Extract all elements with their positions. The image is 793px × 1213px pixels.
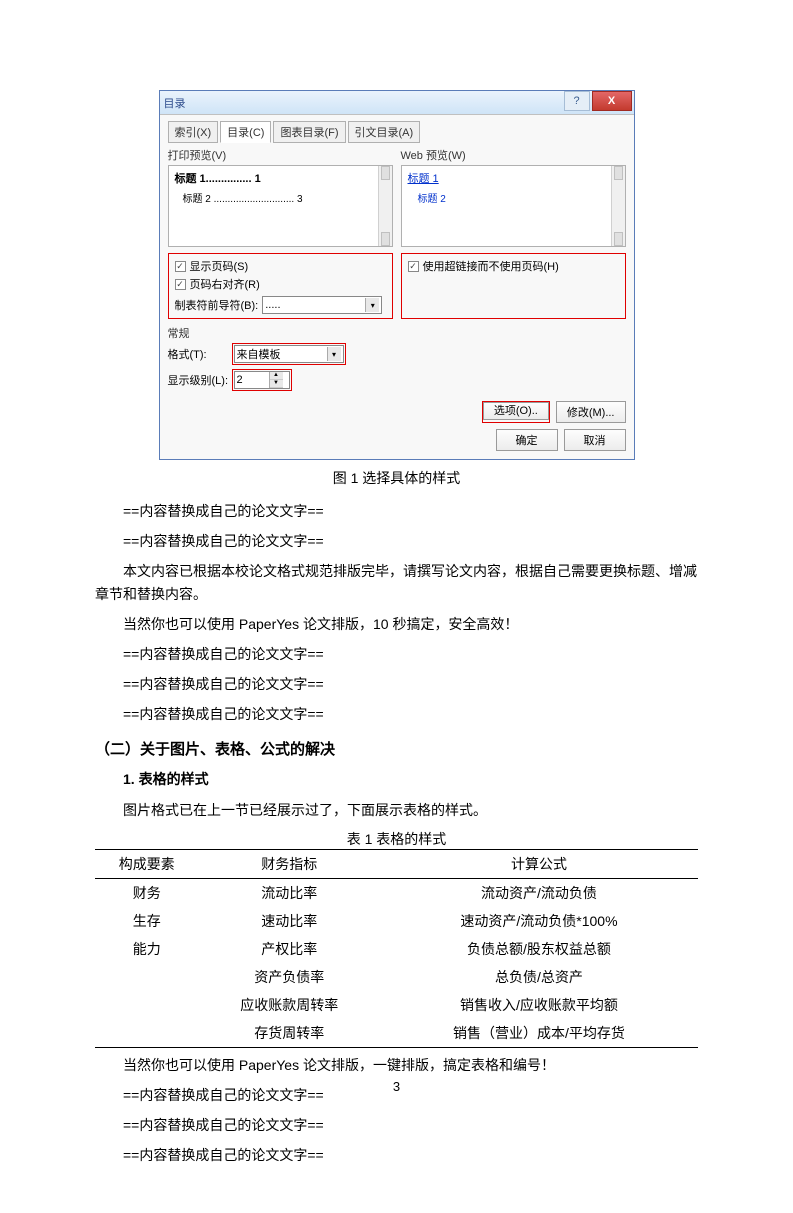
table-cell (95, 1019, 199, 1048)
checkbox-right-align[interactable]: ✓ (175, 279, 186, 290)
tab-toc[interactable]: 目录(C) (220, 121, 271, 143)
format-combo[interactable]: 来自模板▾ (234, 345, 344, 363)
table-cell: 总负债/总资产 (380, 963, 698, 991)
paragraph: ==内容替换成自己的论文文字== (95, 500, 698, 524)
chevron-down-icon: ▾ (327, 347, 341, 361)
paragraph: ==内容替换成自己的论文文字== (95, 643, 698, 667)
paragraph: ==内容替换成自己的论文文字== (95, 703, 698, 727)
dialog-title: 目录 (164, 95, 186, 111)
paragraph: ==内容替换成自己的论文文字== (95, 1144, 698, 1168)
spin-down-icon: ▼ (270, 380, 283, 388)
paragraph: ==内容替换成自己的论文文字== (95, 1114, 698, 1138)
heading-2: （二）关于图片、表格、公式的解决 (95, 738, 698, 759)
table-cell: 速动比率 (199, 907, 380, 935)
print-preview-box: 标题 1............... 1 标题 2 .............… (168, 165, 393, 247)
table-cell: 速动资产/流动负债*100% (380, 907, 698, 935)
table-caption: 表 1 表格的样式 (95, 829, 698, 849)
toc-dialog: 目录 ? X 索引(X) 目录(C) 图表目录(F) 引文目录(A) 打印预览(… (159, 90, 635, 460)
table-cell (95, 991, 199, 1019)
paragraph: 本文内容已根据本校论文格式规范排版完毕，请撰写论文内容，根据自己需要更换标题、增… (95, 560, 698, 608)
help-icon[interactable]: ? (564, 91, 590, 111)
tab-citations[interactable]: 引文目录(A) (348, 121, 421, 143)
table-header: 计算公式 (380, 850, 698, 879)
table-cell (95, 963, 199, 991)
dialog-tabs: 索引(X) 目录(C) 图表目录(F) 引文目录(A) (168, 121, 626, 143)
web-preview-box: 标题 1 标题 2 (401, 165, 626, 247)
paragraph: 图片格式已在上一节已经展示过了，下面展示表格的样式。 (95, 799, 698, 823)
table-cell: 流动资产/流动负债 (380, 879, 698, 908)
table-cell: 负债总额/股东权益总额 (380, 935, 698, 963)
heading-3: 1. 表格的样式 (95, 769, 698, 789)
chevron-down-icon: ▾ (365, 298, 379, 312)
table-cell: 销售收入/应收账款平均额 (380, 991, 698, 1019)
paragraph: 当然你也可以使用 PaperYes 论文排版，一键排版，搞定表格和编号！ (95, 1054, 698, 1078)
options-highlight: 选项(O).. (482, 401, 550, 423)
table-header: 构成要素 (95, 850, 199, 879)
table-cell: 能力 (95, 935, 199, 963)
close-icon[interactable]: X (592, 91, 632, 111)
table-cell: 流动比率 (199, 879, 380, 908)
page-number: 3 (0, 1079, 793, 1094)
table-cell: 财务 (95, 879, 199, 908)
level-input[interactable] (235, 374, 269, 386)
level-spinner[interactable]: ▲▼ (234, 371, 290, 389)
right-options: ✓使用超链接而不使用页码(H) (401, 253, 626, 319)
modify-button[interactable]: 修改(M)... (556, 401, 626, 423)
format-highlight: 来自模板▾ (232, 343, 346, 365)
scrollbar[interactable] (378, 166, 392, 246)
web-preview-label: Web 预览(W) (401, 147, 626, 163)
table-cell: 销售（营业）成本/平均存货 (380, 1019, 698, 1048)
table-cell: 应收账款周转率 (199, 991, 380, 1019)
tab-index[interactable]: 索引(X) (168, 121, 219, 143)
dialog-titlebar: 目录 ? X (160, 91, 634, 115)
data-table: 构成要素 财务指标 计算公式 财务流动比率流动资产/流动负债生存速动比率速动资产… (95, 849, 698, 1048)
leader-combo[interactable]: .....▾ (262, 296, 382, 314)
general-label: 常规 (168, 325, 626, 341)
checkbox-show-page[interactable]: ✓ (175, 261, 186, 272)
print-preview-label: 打印预览(V) (168, 147, 393, 163)
spin-up-icon: ▲ (270, 372, 283, 380)
left-options: ✓显示页码(S) ✓页码右对齐(R) 制表符前导符(B): .....▾ (168, 253, 393, 319)
level-highlight: ▲▼ (232, 369, 292, 391)
web-preview-sub[interactable]: 标题 2 (418, 190, 619, 205)
web-preview-link[interactable]: 标题 1 (408, 173, 439, 185)
table-cell: 生存 (95, 907, 199, 935)
figure-caption: 图 1 选择具体的样式 (95, 468, 698, 488)
tab-figures[interactable]: 图表目录(F) (273, 121, 345, 143)
table-cell: 产权比率 (199, 935, 380, 963)
cancel-button[interactable]: 取消 (564, 429, 626, 451)
table-cell: 存货周转率 (199, 1019, 380, 1048)
checkbox-hyperlink[interactable]: ✓ (408, 261, 419, 272)
options-button[interactable]: 选项(O).. (483, 402, 549, 420)
table-header: 财务指标 (199, 850, 380, 879)
paragraph: ==内容替换成自己的论文文字== (95, 530, 698, 554)
paragraph: ==内容替换成自己的论文文字== (95, 673, 698, 697)
paragraph: 当然你也可以使用 PaperYes 论文排版，10 秒搞定，安全高效！ (95, 613, 698, 637)
table-cell: 资产负债率 (199, 963, 380, 991)
ok-button[interactable]: 确定 (496, 429, 558, 451)
scrollbar[interactable] (611, 166, 625, 246)
